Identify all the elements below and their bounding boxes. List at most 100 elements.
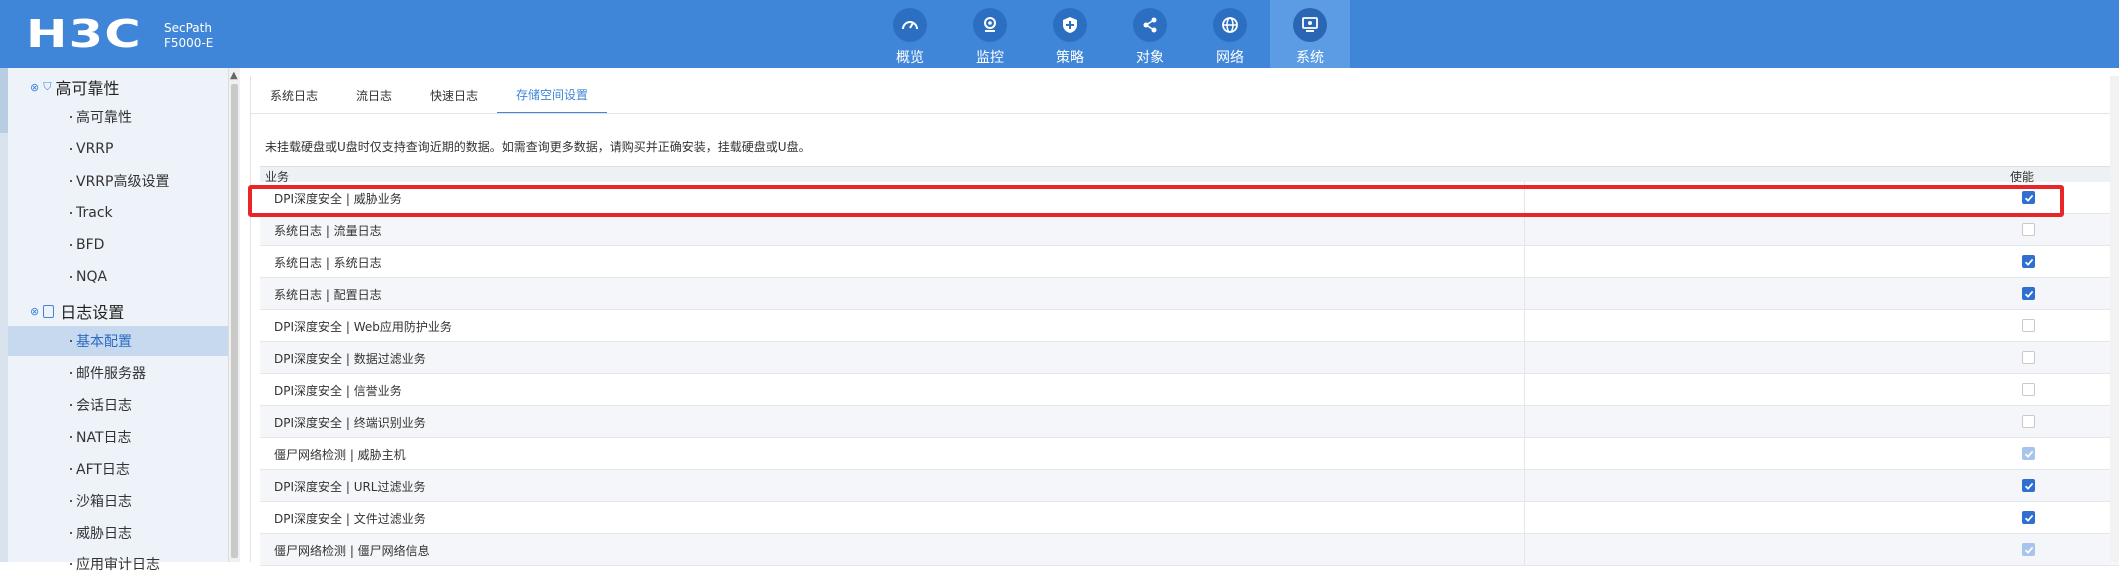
check-icon bbox=[2024, 546, 2033, 554]
nav-overview[interactable]: 概览 bbox=[870, 0, 950, 68]
service-name: 系统日志 | 配置日志 bbox=[274, 288, 382, 302]
service-name: DPI深度安全 | 文件过滤业务 bbox=[274, 512, 426, 526]
sidebar-item-label: 应用审计日志 bbox=[76, 557, 160, 573]
sidebar-item-label: VRRP高级设置 bbox=[76, 174, 170, 190]
check-icon bbox=[2024, 258, 2033, 266]
service-name: DPI深度安全 | Web应用防护业务 bbox=[274, 320, 452, 334]
shield-small-icon: ⛉ bbox=[43, 80, 52, 93]
main-scrollbar[interactable] bbox=[2110, 76, 2119, 562]
enable-checkbox[interactable] bbox=[2022, 351, 2035, 364]
globe-icon bbox=[1213, 8, 1247, 42]
tab-system-log[interactable]: 系统日志 bbox=[251, 76, 337, 114]
storage-notice: 未挂载硬盘或U盘时仅支持查询近期的数据。如需查询更多数据，请购买并正确安装，挂载… bbox=[265, 140, 811, 154]
svg-text:H3C: H3C bbox=[26, 14, 142, 54]
gauge-icon bbox=[893, 8, 927, 42]
sidebar-item-vrrp[interactable]: VRRP bbox=[8, 134, 228, 164]
sidebar-item-threat-log[interactable]: 威胁日志 bbox=[8, 518, 228, 548]
service-name: DPI深度安全 | 威胁业务 bbox=[274, 192, 402, 206]
table-row: DPI深度安全 | 文件过滤业务 bbox=[260, 502, 2119, 534]
enable-checkbox[interactable] bbox=[2022, 511, 2035, 524]
scroll-up-icon[interactable]: ▲ bbox=[230, 70, 238, 81]
sidebar-item-nqa[interactable]: NQA bbox=[8, 262, 228, 292]
sidebar-item-label: NAT日志 bbox=[76, 430, 132, 446]
service-table: 业务 使能 DPI深度安全 | 威胁业务 系统日志 | 流量日志 系统日志 | 系统… bbox=[260, 166, 2119, 566]
nav-policy[interactable]: 策略 bbox=[1030, 0, 1110, 68]
scrollbar-thumb[interactable] bbox=[231, 84, 238, 558]
check-icon bbox=[2024, 194, 2033, 202]
table-row: 僵尸网络检测 | 僵尸网络信息 bbox=[260, 534, 2119, 566]
product-model-number: F5000-E bbox=[164, 36, 214, 50]
service-name: DPI深度安全 | 信誉业务 bbox=[274, 384, 402, 398]
sidebar-group-label: 高可靠性 bbox=[55, 79, 120, 98]
top-bar: H3C SecPath F5000-E 概览 监控 策略 对象 网络 系统 bbox=[0, 0, 2119, 68]
enable-checkbox[interactable] bbox=[2022, 191, 2035, 204]
document-icon bbox=[43, 304, 55, 318]
sidebar-item-session-log[interactable]: 会话日志 bbox=[8, 390, 228, 420]
sidebar-item-sandbox-log[interactable]: 沙箱日志 bbox=[8, 486, 228, 516]
enable-checkbox bbox=[2022, 543, 2035, 556]
nav-label: 系统 bbox=[1296, 50, 1324, 66]
sidebar-item-label: 会话日志 bbox=[76, 398, 132, 414]
tab-fast-log[interactable]: 快速日志 bbox=[411, 76, 497, 114]
sidebar-item-basic-config[interactable]: 基本配置 bbox=[8, 326, 228, 356]
nav-network[interactable]: 网络 bbox=[1190, 0, 1270, 68]
tab-bar: 系统日志 流日志 快速日志 存储空间设置 bbox=[251, 76, 608, 114]
sidebar-item-vrrp-advanced[interactable]: VRRP高级设置 bbox=[8, 166, 228, 196]
tab-storage-settings[interactable]: 存储空间设置 bbox=[497, 76, 608, 114]
sidebar-item-label: VRRP bbox=[76, 141, 114, 157]
table-row: DPI深度安全 | Web应用防护业务 bbox=[260, 310, 2119, 342]
sidebar-item-bfd[interactable]: BFD bbox=[8, 230, 228, 260]
nav-system[interactable]: 系统 bbox=[1270, 0, 1350, 68]
main-nav: 概览 监控 策略 对象 网络 系统 bbox=[870, 0, 1350, 68]
enable-checkbox[interactable] bbox=[2022, 319, 2035, 332]
check-icon bbox=[2024, 290, 2033, 298]
table-row: 僵尸网络检测 | 威胁主机 bbox=[260, 438, 2119, 470]
sidebar-item-nat-log[interactable]: NAT日志 bbox=[8, 422, 228, 452]
product-model: SecPath F5000-E bbox=[164, 21, 213, 51]
sidebar-group-log-settings[interactable]: ⊗ 日志设置 bbox=[30, 299, 124, 323]
h3c-logo: H3C bbox=[26, 14, 142, 54]
sidebar-item-ha[interactable]: 高可靠性 bbox=[8, 102, 228, 132]
sidebar-group-ha[interactable]: ⊗ ⛉ 高可靠性 bbox=[30, 75, 119, 99]
sidebar-item-label: BFD bbox=[76, 237, 105, 253]
sidebar-item-app-audit-log[interactable]: 应用审计日志 bbox=[8, 549, 228, 579]
enable-checkbox[interactable] bbox=[2022, 255, 2035, 268]
service-name: 僵尸网络检测 | 威胁主机 bbox=[274, 448, 406, 462]
enable-checkbox bbox=[2022, 447, 2035, 460]
check-icon bbox=[2024, 514, 2033, 522]
share-nodes-icon bbox=[1133, 8, 1167, 42]
sidebar-group-label: 日志设置 bbox=[60, 303, 125, 322]
sidebar-scrollbar[interactable]: ▲ bbox=[228, 68, 240, 562]
service-name: DPI深度安全 | 终端识别业务 bbox=[274, 416, 426, 430]
sidebar-item-label: 沙箱日志 bbox=[76, 494, 132, 510]
collapse-circle-icon: ⊗ bbox=[30, 304, 40, 318]
enable-checkbox[interactable] bbox=[2022, 223, 2035, 236]
sidebar-item-label: 基本配置 bbox=[76, 334, 132, 350]
sidebar-item-aft-log[interactable]: AFT日志 bbox=[8, 454, 228, 484]
nav-label: 对象 bbox=[1136, 50, 1164, 66]
shield-icon bbox=[1053, 8, 1087, 42]
tab-divider bbox=[251, 113, 2119, 114]
collapse-circle-icon: ⊗ bbox=[30, 80, 40, 94]
service-name: 系统日志 | 流量日志 bbox=[274, 224, 382, 238]
enable-checkbox[interactable] bbox=[2022, 415, 2035, 428]
enable-checkbox[interactable] bbox=[2022, 383, 2035, 396]
table-body: DPI深度安全 | 威胁业务 系统日志 | 流量日志 系统日志 | 系统日志 系统日志… bbox=[260, 182, 2119, 566]
sidebar-item-mail-server[interactable]: 邮件服务器 bbox=[8, 358, 228, 388]
sidebar-item-track[interactable]: Track bbox=[8, 198, 228, 228]
monitor-camera-icon bbox=[973, 8, 1007, 42]
table-row: DPI深度安全 | 终端识别业务 bbox=[260, 406, 2119, 438]
product-line: SecPath bbox=[164, 21, 212, 35]
nav-monitor[interactable]: 监控 bbox=[950, 0, 1030, 68]
table-header: 业务 使能 bbox=[260, 166, 2119, 184]
sidebar-item-label: 邮件服务器 bbox=[76, 366, 146, 382]
table-row: DPI深度安全 | URL过滤业务 bbox=[260, 470, 2119, 502]
screen-gear-icon bbox=[1293, 8, 1327, 42]
enable-checkbox[interactable] bbox=[2022, 287, 2035, 300]
table-row: DPI深度安全 | 信誉业务 bbox=[260, 374, 2119, 406]
sidebar-item-label: AFT日志 bbox=[76, 462, 130, 478]
main-panel: 系统日志 流日志 快速日志 存储空间设置 未挂载硬盘或U盘时仅支持查询近期的数据… bbox=[250, 76, 2119, 566]
tab-flow-log[interactable]: 流日志 bbox=[337, 76, 411, 114]
enable-checkbox[interactable] bbox=[2022, 479, 2035, 492]
nav-objects[interactable]: 对象 bbox=[1110, 0, 1190, 68]
